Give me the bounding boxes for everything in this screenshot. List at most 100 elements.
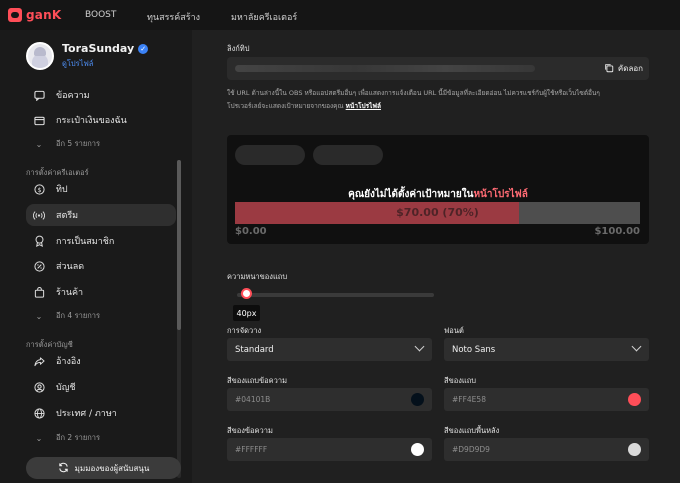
font-select[interactable]: Noto Sans [444,338,649,361]
text-color-label: สีของข้อความ [227,426,273,435]
sidebar-scrollbar-thumb[interactable] [177,160,181,330]
bar-thickness-slider-thumb[interactable] [241,288,252,299]
goal-message-profile-link[interactable]: หน้าโปรไฟล์ [473,189,527,200]
avatar[interactable] [26,42,54,70]
description-text: โปรเวอร์เลย์จะแสดงเป้าหมายจากของคุณ [227,102,344,110]
goal-min-label: $0.00 [235,226,267,237]
view-profile-link[interactable]: ดูโปรไฟล์ [62,58,148,70]
wallet-icon [32,113,46,127]
sidebar-more-group2[interactable]: ⌄ อีก 4 รายการ [26,305,176,327]
text-outline-color-value: #04101B [235,395,271,404]
preview-pill-1 [235,145,305,165]
sidebar-item-messages[interactable]: ข้อความ [26,84,176,106]
nav-link-creator-university[interactable]: มหาลัยครีเอเตอร์ [231,10,297,24]
sidebar-item-label: อีก 5 รายการ [56,139,101,148]
sidebar-item-label: ทิป [56,185,68,195]
sidebar-item-store[interactable]: ร้านค้า [26,281,176,303]
text-color-input[interactable]: #FFFFFF [227,438,432,461]
text-outline-color-input[interactable]: #04101B [227,388,432,411]
bar-color-value: #FF4E58 [452,395,486,404]
copy-icon [604,63,614,75]
chevron-down-icon: ⌄ [35,433,43,443]
font-select-value: Noto Sans [452,344,496,355]
goal-overlay-preview: คุณยังไม่ได้ตั้งค่าเป้าหมายในหน้าโปรไฟล์… [227,135,649,244]
message-icon [32,88,46,102]
top-navigation: ganK BOOST ทุนสรรค์สร้าง มหาลัยครีเอเตอร… [0,0,680,30]
profile-header: ToraSunday ✓ ดูโปรไฟล์ [26,42,149,70]
nav-link-boost[interactable]: BOOST [85,10,116,20]
sidebar-item-discount[interactable]: ส่วนลด [26,255,176,277]
bar-thickness-label: ความหนาของแถบ [227,272,288,281]
chevron-down-icon: ⌄ [35,139,43,149]
chevron-down-icon: ⌄ [35,311,43,321]
bar-color-swatch[interactable] [628,393,641,406]
nav-link-grants[interactable]: ทุนสรรค์สร้าง [147,10,200,24]
sidebar-item-label: อีก 4 รายการ [56,311,101,320]
bar-thickness-value-tooltip: 40px [233,305,260,321]
bar-background-color-input[interactable]: #D9D9D9 [444,438,649,461]
sidebar-item-country-language[interactable]: ประเทศ / ภาษา [26,402,176,424]
preview-pill-2 [313,145,383,165]
tip-link-field[interactable]: คัดลอก [227,57,649,80]
share-icon [32,354,46,368]
bar-background-color-label: สีของแถบพื้นหลัง [444,426,500,435]
tip-link-description-2: โปรเวอร์เลย์จะแสดงเป้าหมายจากของคุณ หน้า… [227,101,381,111]
tip-link-label: ลิงก์ทิป [227,44,250,53]
gank-logo-icon [8,8,22,22]
goal-max-label: $100.00 [594,226,640,237]
profile-name: ToraSunday [62,42,135,55]
copy-label: คัดลอก [617,64,643,73]
broadcast-icon [32,208,46,222]
text-color-swatch[interactable] [411,443,424,456]
badge-icon [32,234,46,248]
refresh-icon [58,462,69,475]
sidebar: ToraSunday ✓ ดูโปรไฟล์ ข้อความ กระเป๋าเง… [0,30,192,483]
profile-page-link[interactable]: หน้าโปรไฟล์ [346,102,381,110]
chevron-down-icon [414,341,425,352]
sidebar-item-stream[interactable]: สตรีม [26,204,176,226]
gank-logo[interactable]: ganK [8,8,61,22]
profile-name-row: ToraSunday ✓ [62,42,149,55]
bar-thickness-slider[interactable] [237,293,434,297]
sidebar-item-label: อ้างอิง [56,357,81,367]
bar-background-color-value: #D9D9D9 [452,445,490,454]
goal-progress-bar: $70.00 (70%) [235,202,640,224]
font-label: ฟอนต์ [444,326,464,335]
main-content: ลิงก์ทิป คัดลอก ใช้ URL ด้านล่างนี้ใน OB… [192,30,680,483]
layout-select-value: Standard [235,344,274,355]
layout-select[interactable]: Standard [227,338,432,361]
dollar-icon: $ [32,182,46,196]
verified-icon: ✓ [138,43,149,54]
sidebar-item-account[interactable]: บัญชี [26,376,176,398]
text-outline-color-label: สีของแถบข้อความ [227,376,288,385]
discount-icon [32,259,46,273]
blurred-url [235,65,535,72]
chevron-down-icon [631,341,642,352]
sidebar-item-referral[interactable]: อ้างอิง [26,350,176,372]
sidebar-scrollbar[interactable] [177,160,181,478]
supporter-view-button[interactable]: มุมมองของผู้สนับสนุน [26,457,181,479]
account-icon [32,380,46,394]
sidebar-more-group3[interactable]: ⌄ อีก 2 รายการ [26,427,176,449]
sidebar-item-label: อีก 2 รายการ [56,433,101,442]
sidebar-item-label: ข้อความ [56,91,90,101]
copy-button[interactable]: คัดลอก [604,62,643,75]
sidebar-item-label: ประเทศ / ภาษา [56,409,117,419]
sidebar-item-tip[interactable]: $ ทิป [26,178,176,200]
sidebar-item-wallet[interactable]: กระเป๋าเงินของฉัน [26,109,176,131]
bar-color-label: สีของแถบ [444,376,477,385]
goal-not-set-message: คุณยังไม่ได้ตั้งค่าเป้าหมายในหน้าโปรไฟล์ [227,187,649,202]
sidebar-more-group1[interactable]: ⌄ อีก 5 รายการ [26,133,176,155]
bar-color-input[interactable]: #FF4E58 [444,388,649,411]
sidebar-item-membership[interactable]: การเป็นสมาชิก [26,230,176,252]
goal-message-text: คุณยังไม่ได้ตั้งค่าเป้าหมายใน [348,189,474,200]
logo-text: ganK [26,8,62,22]
sidebar-item-label: การเป็นสมาชิก [56,237,115,247]
sidebar-item-label: สตรีม [56,211,79,221]
sidebar-item-label: ร้านค้า [56,288,84,298]
text-color-value: #FFFFFF [235,445,268,454]
layout-label: การจัดวาง [227,326,262,335]
text-outline-color-swatch[interactable] [411,393,424,406]
bar-background-color-swatch[interactable] [628,443,641,456]
sidebar-item-label: บัญชี [56,383,76,393]
